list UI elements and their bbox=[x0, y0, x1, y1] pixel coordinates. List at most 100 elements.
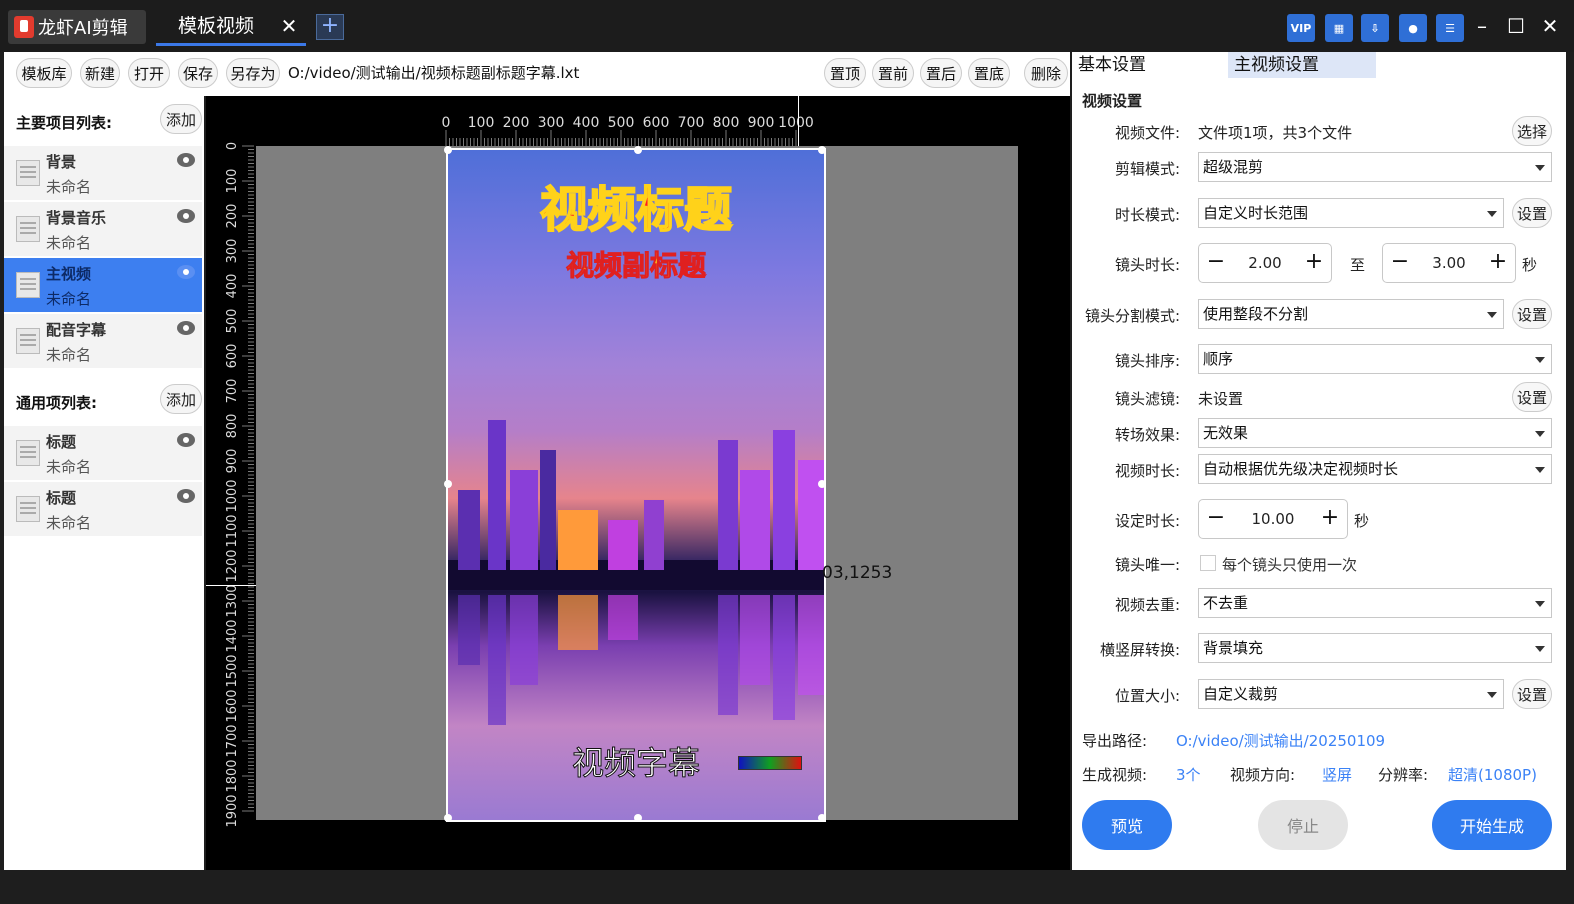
edit-mode-select[interactable]: 超级混剪 bbox=[1198, 152, 1552, 182]
stop-button[interactable]: 停止 bbox=[1258, 800, 1348, 850]
resize-handle[interactable] bbox=[444, 814, 452, 822]
decrement-button[interactable]: − bbox=[1201, 500, 1231, 538]
split-mode-settings-button[interactable]: 设置 bbox=[1512, 299, 1552, 329]
visibility-eye-icon[interactable] bbox=[177, 433, 195, 447]
chevron-down-icon bbox=[1535, 601, 1545, 607]
send-backward-button[interactable]: 置后 bbox=[920, 58, 962, 88]
increment-button[interactable]: + bbox=[1299, 244, 1329, 282]
menu-icon[interactable]: ☰ bbox=[1436, 14, 1464, 42]
transition-label: 转场效果: bbox=[1114, 426, 1180, 444]
maximize-icon[interactable]: ☐ bbox=[1504, 12, 1528, 40]
visibility-eye-icon[interactable] bbox=[177, 321, 195, 335]
video-duration-select[interactable]: 自动根据优先级决定视频时长 bbox=[1198, 454, 1552, 484]
bring-forward-button[interactable]: 置前 bbox=[872, 58, 914, 88]
unique-shot-text[interactable]: 每个镜头只使用一次 bbox=[1222, 554, 1357, 575]
list-item-title[interactable]: 标题 未命名 bbox=[4, 426, 202, 480]
resolution-link[interactable]: 超清(1080P) bbox=[1448, 764, 1537, 785]
seconds-unit: 秒 bbox=[1522, 256, 1538, 274]
tab-main-video-settings[interactable]: 主视频设置 bbox=[1228, 52, 1376, 78]
horizontal-ruler: 0 100 200 300 400 500 600 700 800 900 1000 bbox=[442, 115, 814, 146]
increment-button[interactable]: + bbox=[1315, 500, 1345, 538]
close-tab-icon[interactable]: ✕ bbox=[278, 14, 300, 38]
ruler-label: 800 bbox=[713, 115, 740, 131]
item-title: 背景音乐 bbox=[46, 209, 107, 227]
video-file-label: 视频文件: bbox=[1114, 124, 1180, 142]
resize-handle[interactable] bbox=[818, 480, 826, 488]
set-duration-label: 设定时长: bbox=[1114, 512, 1180, 530]
ruler-guide-horizontal bbox=[206, 585, 256, 586]
close-window-icon[interactable]: ✕ bbox=[1538, 12, 1562, 40]
duration-mode-settings-button[interactable]: 设置 bbox=[1512, 198, 1552, 228]
shot-filter-settings-button[interactable]: 设置 bbox=[1512, 382, 1552, 412]
add-common-item-button[interactable]: 添加 bbox=[160, 384, 202, 414]
generate-count-link[interactable]: 3个 bbox=[1176, 764, 1201, 785]
resize-handle[interactable] bbox=[444, 480, 452, 488]
shot-order-select[interactable]: 顺序 bbox=[1198, 344, 1552, 374]
download-icon[interactable]: ⇩ bbox=[1361, 14, 1389, 42]
video-duration-label: 视频时长: bbox=[1114, 462, 1180, 480]
tab-basic-settings[interactable]: 基本设置 bbox=[1072, 52, 1222, 78]
save-button[interactable]: 保存 bbox=[178, 58, 218, 88]
list-item-background[interactable]: 背景 未命名 bbox=[4, 146, 202, 200]
dedup-label: 视频去重: bbox=[1114, 596, 1180, 614]
visibility-eye-icon[interactable] bbox=[177, 489, 195, 503]
video-direction-link[interactable]: 竖屏 bbox=[1322, 764, 1352, 785]
orientation-convert-select[interactable]: 背景填充 bbox=[1198, 633, 1552, 663]
list-item-title[interactable]: 标题 未命名 bbox=[4, 482, 202, 536]
item-title: 主视频 bbox=[46, 265, 92, 283]
increment-button[interactable]: + bbox=[1483, 244, 1513, 282]
list-item-voiceover-subtitle[interactable]: 配音字幕 未命名 bbox=[4, 314, 202, 368]
vip-icon[interactable]: VIP bbox=[1287, 14, 1315, 42]
item-subtitle: 未命名 bbox=[46, 234, 92, 252]
decrement-button[interactable]: − bbox=[1201, 244, 1231, 282]
start-generate-button[interactable]: 开始生成 bbox=[1432, 800, 1552, 850]
position-size-settings-button[interactable]: 设置 bbox=[1512, 679, 1552, 709]
unique-shot-checkbox[interactable] bbox=[1200, 555, 1216, 571]
project-list-panel: 主要项目列表: 添加 背景 未命名 背景音乐 未命名 主视频 未命名 配音字幕 … bbox=[4, 96, 204, 870]
resize-handle[interactable] bbox=[634, 146, 642, 154]
choose-file-button[interactable]: 选择 bbox=[1512, 116, 1552, 146]
bring-to-top-button[interactable]: 置顶 bbox=[824, 58, 866, 88]
add-tab-button[interactable]: + bbox=[316, 14, 344, 40]
resize-handle[interactable] bbox=[444, 146, 452, 154]
user-icon[interactable]: ● bbox=[1399, 14, 1427, 42]
duration-mode-select[interactable]: 自定义时长范围 bbox=[1198, 198, 1504, 228]
item-subtitle: 未命名 bbox=[46, 178, 92, 196]
ruler-label: 1000 bbox=[778, 115, 814, 131]
set-duration-value[interactable]: 10.00 bbox=[1229, 500, 1317, 538]
shot-min-value[interactable]: 2.00 bbox=[1229, 244, 1301, 282]
app-menu-button[interactable]: 龙虾AI剪辑 bbox=[8, 10, 146, 44]
shot-max-value[interactable]: 3.00 bbox=[1413, 244, 1485, 282]
layer-icon bbox=[16, 328, 40, 354]
export-path-link[interactable]: O:/video/测试输出/20250109 bbox=[1176, 730, 1385, 751]
dedup-select[interactable]: 不去重 bbox=[1198, 588, 1552, 618]
visibility-eye-icon[interactable] bbox=[177, 209, 195, 223]
resize-handle[interactable] bbox=[818, 814, 826, 822]
visibility-eye-icon[interactable] bbox=[177, 153, 195, 167]
ruler-label: 900 bbox=[748, 115, 775, 131]
minimize-icon[interactable]: – bbox=[1470, 12, 1494, 40]
shot-min-stepper[interactable]: − 2.00 + bbox=[1198, 243, 1332, 283]
open-button[interactable]: 打开 bbox=[128, 58, 170, 88]
visibility-eye-icon[interactable] bbox=[177, 265, 195, 279]
decrement-button[interactable]: − bbox=[1385, 244, 1415, 282]
list-item-bgm[interactable]: 背景音乐 未命名 bbox=[4, 202, 202, 256]
shot-max-stepper[interactable]: − 3.00 + bbox=[1382, 243, 1516, 283]
transition-select[interactable]: 无效果 bbox=[1198, 418, 1552, 448]
selection-frame[interactable] bbox=[446, 148, 826, 822]
set-duration-stepper[interactable]: − 10.00 + bbox=[1198, 499, 1348, 539]
new-button[interactable]: 新建 bbox=[80, 58, 120, 88]
layout-icon[interactable]: ▦ bbox=[1325, 14, 1353, 42]
resize-handle[interactable] bbox=[634, 814, 642, 822]
add-main-item-button[interactable]: 添加 bbox=[160, 104, 202, 134]
template-library-button[interactable]: 模板库 bbox=[16, 58, 72, 88]
resize-handle[interactable] bbox=[818, 146, 826, 154]
split-mode-select[interactable]: 使用整段不分割 bbox=[1198, 299, 1504, 329]
cursor-coordinate: 03,1253 bbox=[822, 563, 893, 583]
delete-button[interactable]: 删除 bbox=[1024, 58, 1068, 88]
send-to-bottom-button[interactable]: 置底 bbox=[968, 58, 1010, 88]
save-as-button[interactable]: 另存为 bbox=[226, 58, 280, 88]
list-item-main-video[interactable]: 主视频 未命名 bbox=[4, 258, 202, 312]
position-size-select[interactable]: 自定义裁剪 bbox=[1198, 679, 1504, 709]
preview-button[interactable]: 预览 bbox=[1082, 800, 1172, 850]
